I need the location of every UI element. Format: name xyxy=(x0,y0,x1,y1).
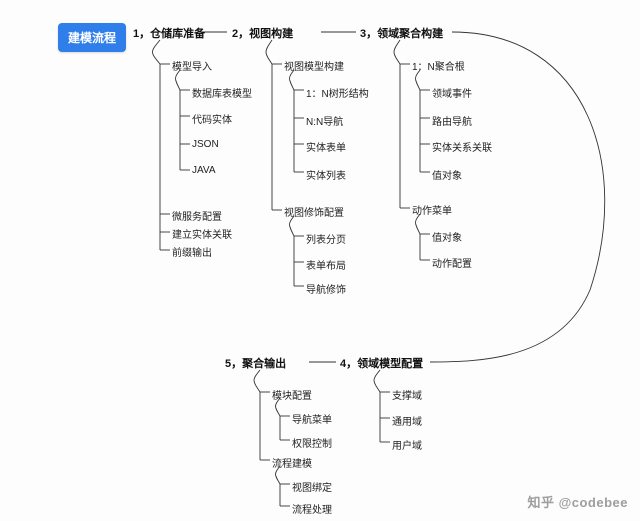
node-entity-list: 实体列表 xyxy=(306,167,346,182)
node-process-handle: 流程处理 xyxy=(292,501,332,516)
node-generic-domain: 通用域 xyxy=(392,413,422,428)
section-title-3: 3，领域聚合构建 xyxy=(360,25,443,41)
node-route-nav: 路由导航 xyxy=(432,113,472,128)
node-view-decorate: 视图修饰配置 xyxy=(284,204,344,219)
node-data-table-model: 数据库表模型 xyxy=(192,85,252,100)
node-list-paging: 列表分页 xyxy=(306,231,346,246)
node-entity-form: 实体表单 xyxy=(306,139,346,154)
node-support-domain: 支撑域 xyxy=(392,387,422,402)
root-badge: 建模流程 xyxy=(58,23,126,52)
section-title-1: 1，仓储库准备 xyxy=(133,25,205,41)
watermark: 知乎 @codebee xyxy=(527,492,628,511)
node-value-obj2: 值对象 xyxy=(432,229,462,244)
node-entity-rel: 实体关系关联 xyxy=(432,139,492,154)
node-view-bind: 视图绑定 xyxy=(292,479,332,494)
node-nav-menu: 导航菜单 xyxy=(292,411,332,426)
node-java: JAVA xyxy=(192,165,216,176)
node-nav-decorate: 导航修饰 xyxy=(306,281,346,296)
node-process-build: 流程建模 xyxy=(272,455,312,470)
node-perm-ctrl: 权限控制 xyxy=(292,435,332,450)
node-build-entity-rel: 建立实体关联 xyxy=(172,226,232,241)
section-title-4: 4，领域模型配置 xyxy=(340,355,423,371)
node-microservice-cfg: 微服务配置 xyxy=(172,208,222,223)
node-code-entity: 代码实体 xyxy=(192,111,232,126)
node-prefix-output: 前缀输出 xyxy=(172,244,212,259)
node-nn-nav: N:N导航 xyxy=(306,113,343,128)
node-model-import: 模型导入 xyxy=(172,58,212,73)
node-value-obj: 值对象 xyxy=(432,167,462,182)
node-domain-event: 领域事件 xyxy=(432,85,472,100)
node-view-model-build: 视图模型构建 xyxy=(284,58,344,73)
node-form-block: 表单布局 xyxy=(306,257,346,272)
section-title-2: 2，视图构建 xyxy=(232,25,293,41)
node-json: JSON xyxy=(192,139,219,150)
node-action-cfg: 动作配置 xyxy=(432,255,472,270)
node-action-menu: 动作菜单 xyxy=(412,202,452,217)
node-user-domain: 用户域 xyxy=(392,437,422,452)
node-1n-tree: 1：N树形结构 xyxy=(306,85,369,100)
node-module-cfg: 模块配置 xyxy=(272,387,312,402)
node-agg-root: 1：N聚合根 xyxy=(412,58,465,73)
section-title-5: 5，聚合输出 xyxy=(225,355,286,371)
mindmap-canvas: 建模流程 1，仓储库准备 2，视图构建 3，领域聚合构建 4，领域模型配置 5，… xyxy=(0,0,640,521)
